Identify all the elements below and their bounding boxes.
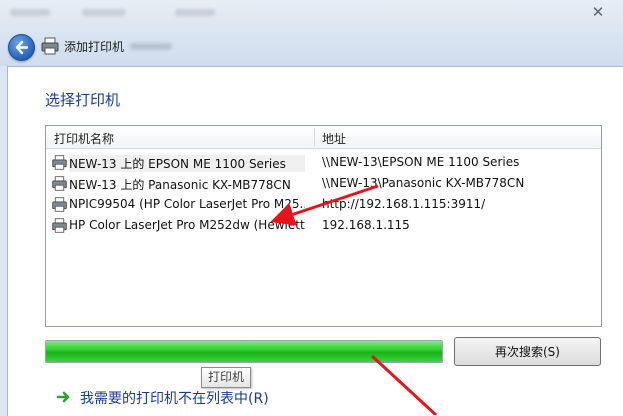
- blurred-text: [10, 9, 50, 16]
- printer-not-listed-link[interactable]: 我需要的打印机不在列表中(R): [80, 388, 269, 408]
- back-button[interactable]: [8, 34, 35, 61]
- page-heading: 选择打印机: [45, 91, 121, 109]
- printer-icon: [41, 37, 59, 55]
- search-again-button[interactable]: 再次搜索(S): [454, 337, 601, 366]
- column-divider[interactable]: [314, 128, 315, 146]
- printer-address: \\NEW-13\EPSON ME 1100 Series: [322, 155, 520, 169]
- printer-row[interactable]: NEW-13 上的 Panasonic KX-MB778CN \\NEW-13\…: [46, 173, 601, 194]
- printer-name: NPIC99504 (HP Color LaserJet Pro M25...: [69, 197, 305, 211]
- printer-icon: [52, 155, 67, 170]
- blurred-text: [175, 9, 215, 16]
- taskbar-strip: ✕: [0, 0, 623, 26]
- printer-icon: [52, 197, 67, 212]
- printer-name: NEW-13 上的 EPSON ME 1100 Series: [69, 155, 305, 172]
- list-header: 打印机名称 地址: [46, 126, 601, 149]
- printer-name: NEW-13 上的 Panasonic KX-MB778CN: [69, 178, 291, 192]
- blurred-text: [130, 43, 172, 50]
- green-arrow-icon: [56, 391, 70, 403]
- printer-row[interactable]: NPIC99504 (HP Color LaserJet Pro M25... …: [46, 194, 601, 215]
- printer-icon: [52, 176, 67, 191]
- printer-row[interactable]: HP Color LaserJet Pro M252dw (Hewlett...…: [46, 215, 601, 236]
- blurred-text: [82, 9, 126, 16]
- printer-row[interactable]: NEW-13 上的 EPSON ME 1100 Series \\NEW-13\…: [46, 152, 601, 173]
- printer-address: \\NEW-13\Panasonic KX-MB778CN: [322, 176, 525, 190]
- window-title: 添加打印机: [64, 40, 125, 54]
- printer-name: HP Color LaserJet Pro M252dw (Hewlett...: [69, 218, 305, 232]
- back-arrow-icon: [15, 40, 29, 55]
- printer-address: 192.168.1.115: [322, 218, 410, 232]
- printer-icon: [52, 218, 67, 233]
- column-header-name[interactable]: 打印机名称: [54, 130, 114, 147]
- tooltip: 打印机: [201, 367, 252, 388]
- printer-address: http://192.168.1.115:3911/: [322, 197, 486, 211]
- column-header-address[interactable]: 地址: [322, 130, 346, 147]
- progress-fill: [46, 341, 442, 362]
- wizard-content: 选择打印机 打印机名称 地址 NEW-13 上的 EPSON ME 1100 S…: [7, 66, 623, 416]
- close-button[interactable]: ✕: [583, 3, 613, 21]
- printer-list[interactable]: 打印机名称 地址 NEW-13 上的 EPSON ME 1100 Series …: [45, 125, 602, 327]
- search-progress-bar: [45, 340, 443, 363]
- title-bar: 添加打印机: [0, 26, 623, 66]
